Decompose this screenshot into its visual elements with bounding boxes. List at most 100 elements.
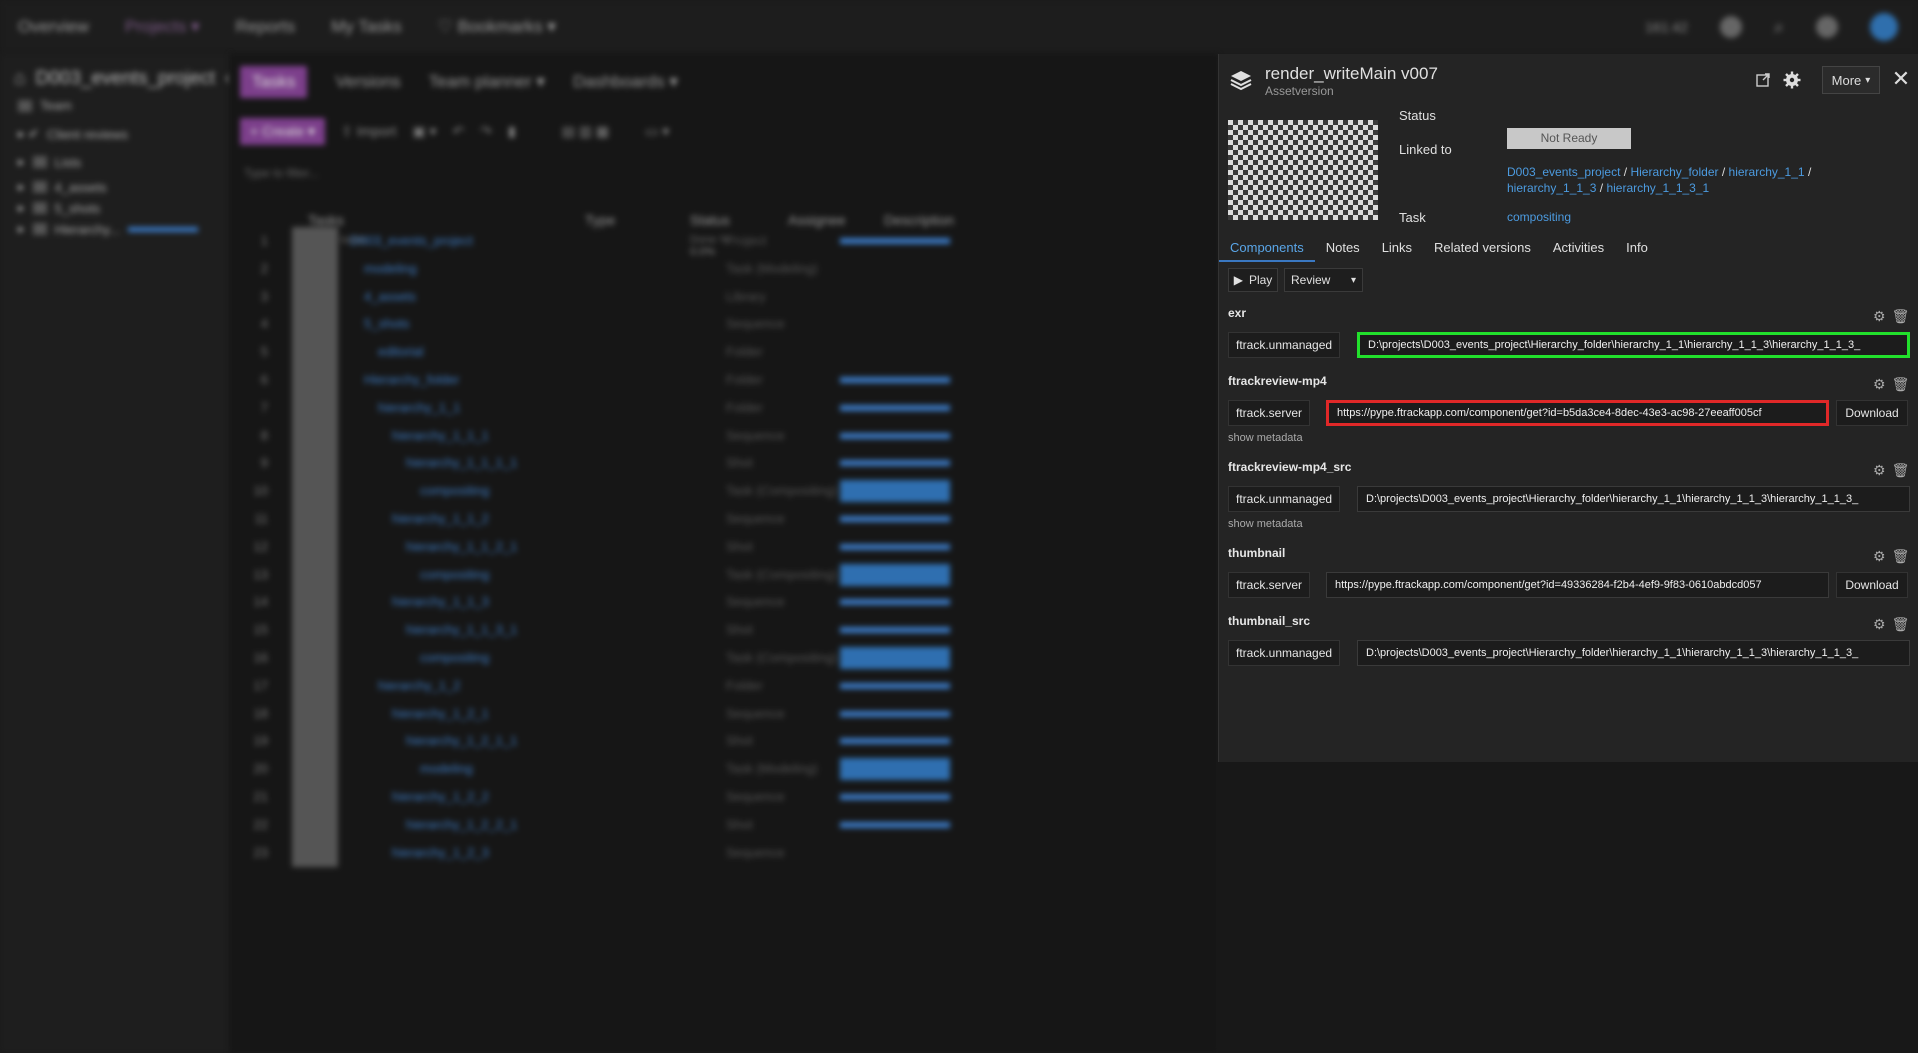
version-thumbnail[interactable] bbox=[1228, 120, 1378, 220]
sync-icon[interactable] bbox=[1719, 16, 1742, 38]
row-name[interactable]: hierarchy_1_2_3 bbox=[392, 845, 489, 860]
play-button[interactable]: ▶ Play bbox=[1228, 268, 1278, 292]
sidebar-item-assets[interactable]: ▸ 4_assets bbox=[18, 179, 107, 195]
row-number: 5 bbox=[260, 344, 268, 360]
tab-activities[interactable]: Activities bbox=[1542, 232, 1615, 262]
show-metadata-link[interactable]: show metadata bbox=[1228, 518, 1303, 530]
row-name[interactable]: Hierarchy_folder bbox=[364, 372, 459, 387]
gear-icon[interactable]: ⚙ bbox=[1873, 462, 1886, 479]
tab-links[interactable]: Links bbox=[1371, 232, 1423, 262]
row-name[interactable]: hierarchy_1_2_2 bbox=[392, 789, 489, 804]
avatar[interactable] bbox=[1870, 13, 1898, 41]
nav-bookmarks[interactable]: ♡ Bookmarks ▾ bbox=[438, 17, 556, 37]
more-menu-button[interactable]: More ▾ bbox=[1822, 66, 1880, 94]
breadcrumb-link[interactable]: D003_events_project bbox=[1507, 165, 1620, 179]
table-row[interactable]: 23 hierarchy_1_2_3 Sequence bbox=[240, 836, 1200, 870]
delete-icon[interactable]: ▮ bbox=[508, 123, 516, 140]
component-url-field[interactable]: https://pype.ftrackapp.com/component/get… bbox=[1326, 572, 1829, 598]
tab-notes[interactable]: Notes bbox=[1315, 232, 1371, 262]
breadcrumb-link[interactable]: hierarchy_1_1 bbox=[1729, 165, 1805, 179]
row-name[interactable]: hierarchy_1_1_2_1 bbox=[406, 539, 517, 554]
show-metadata-link[interactable]: show metadata bbox=[1228, 432, 1303, 444]
status-pill[interactable] bbox=[840, 758, 950, 781]
row-name[interactable]: hierarchy_1_1_3 bbox=[392, 594, 489, 609]
row-name[interactable]: hierarchy_1_1_1_1 bbox=[406, 455, 517, 470]
row-thumbnail bbox=[292, 588, 338, 617]
gear-icon[interactable]: ⚙ bbox=[1873, 616, 1886, 633]
import-button[interactable]: ⇪ Import bbox=[341, 123, 396, 140]
layout-icon[interactable]: ▭ ▾ bbox=[645, 123, 669, 140]
sidebar-item-team[interactable]: Team bbox=[18, 98, 72, 113]
status-badge[interactable]: Not Ready bbox=[1507, 128, 1631, 149]
nav-reports[interactable]: Reports bbox=[236, 17, 296, 37]
project-title[interactable]: ⌂ D003_events_project ‹ bbox=[14, 68, 231, 90]
row-name[interactable]: hierarchy_1_2_2_1 bbox=[406, 817, 517, 832]
status-pill[interactable] bbox=[840, 563, 950, 586]
tab-dashboards[interactable]: Dashboards ▾ bbox=[573, 72, 678, 92]
row-type: Shot bbox=[726, 622, 753, 638]
row-name[interactable]: hierarchy_1_1_1 bbox=[392, 428, 489, 443]
gear-icon[interactable]: ⚙ bbox=[1873, 376, 1886, 393]
sidebar-item-lists[interactable]: ▸ Lists bbox=[18, 154, 81, 170]
row-name[interactable]: editorial bbox=[378, 344, 424, 359]
tab-info[interactable]: Info bbox=[1615, 232, 1659, 262]
filter-input[interactable]: Type to filter... bbox=[244, 166, 319, 180]
timer-display[interactable]: 161:42 bbox=[1645, 19, 1688, 35]
tab-team-planner[interactable]: Team planner ▾ bbox=[429, 72, 545, 92]
component-path-field[interactable]: D:\projects\D003_events_project\Hierarch… bbox=[1357, 640, 1910, 666]
breadcrumb-link[interactable]: Hierarchy_folder bbox=[1630, 165, 1718, 179]
component-path-field[interactable]: D:\projects\D003_events_project\Hierarch… bbox=[1357, 332, 1910, 358]
gear-icon[interactable]: ⚙ bbox=[1873, 548, 1886, 565]
row-name[interactable]: hierarchy_1_1_3_1 bbox=[406, 622, 517, 637]
redo-icon[interactable]: ↷ bbox=[480, 123, 492, 140]
status-pill[interactable] bbox=[840, 480, 950, 503]
close-icon[interactable]: ✕ bbox=[1889, 68, 1913, 92]
nav-projects[interactable]: Projects ▾ bbox=[125, 17, 200, 37]
download-button[interactable]: Download bbox=[1836, 572, 1908, 598]
breadcrumb-link[interactable]: hierarchy_1_1_3 bbox=[1507, 181, 1596, 195]
sidebar-item-hierarchy[interactable]: ▸ Hierarchy... bbox=[18, 221, 199, 237]
sidebar-item-client-reviews[interactable]: ▸ ✔ Client reviews bbox=[18, 126, 128, 142]
row-name[interactable]: 5_shots bbox=[364, 316, 410, 331]
tab-tasks[interactable]: Tasks bbox=[240, 66, 308, 98]
tab-components[interactable]: Components bbox=[1219, 232, 1315, 262]
view-icon[interactable]: ▤ ▥ ▦ bbox=[562, 123, 609, 140]
row-name[interactable]: D003_events_project bbox=[350, 233, 473, 248]
trash-icon[interactable]: 🗑 bbox=[1892, 308, 1910, 325]
create-button[interactable]: + Create ▾ bbox=[240, 117, 326, 145]
component-path-field[interactable]: D:\projects\D003_events_project\Hierarch… bbox=[1357, 486, 1910, 512]
breadcrumb-link[interactable]: hierarchy_1_1_3_1 bbox=[1606, 181, 1709, 195]
row-name[interactable]: modeling bbox=[364, 261, 417, 276]
row-name[interactable]: hierarchy_1_2_1 bbox=[392, 706, 489, 721]
trash-icon[interactable]: 🗑 bbox=[1892, 616, 1910, 633]
gear-icon[interactable]: ⚙ bbox=[1873, 308, 1886, 325]
undo-icon[interactable]: ↶ bbox=[453, 123, 465, 140]
trash-icon[interactable]: 🗑 bbox=[1892, 462, 1910, 479]
nav-overview[interactable]: Overview bbox=[18, 17, 89, 37]
row-name[interactable]: hierarchy_1_2 bbox=[378, 678, 460, 693]
status-pill[interactable] bbox=[840, 647, 950, 669]
row-name[interactable]: compositing bbox=[420, 483, 489, 498]
save-icon[interactable]: ▣ ▾ bbox=[412, 123, 436, 140]
nav-my-tasks[interactable]: My Tasks bbox=[331, 17, 402, 37]
row-name[interactable]: compositing bbox=[420, 650, 489, 665]
tab-versions[interactable]: Versions bbox=[335, 72, 400, 92]
open-external-icon[interactable] bbox=[1752, 69, 1774, 91]
row-name[interactable]: modeling bbox=[420, 761, 473, 776]
row-name[interactable]: 4_assets bbox=[364, 289, 416, 304]
row-name[interactable]: hierarchy_1_1 bbox=[378, 400, 460, 415]
tab-related-versions[interactable]: Related versions bbox=[1423, 232, 1542, 262]
inbox-icon[interactable] bbox=[1816, 16, 1838, 38]
row-name[interactable]: compositing bbox=[420, 567, 489, 582]
review-dropdown[interactable]: Review ▾ bbox=[1284, 268, 1363, 292]
search-icon[interactable]: ⌕ bbox=[1774, 17, 1784, 38]
row-name[interactable]: hierarchy_1_2_1_1 bbox=[406, 733, 517, 748]
task-link[interactable]: compositing bbox=[1507, 210, 1571, 224]
row-name[interactable]: hierarchy_1_1_2 bbox=[392, 511, 489, 526]
sidebar-item-shots[interactable]: ▸ 5_shots bbox=[18, 200, 100, 216]
download-button[interactable]: Download bbox=[1836, 400, 1908, 426]
trash-icon[interactable]: 🗑 bbox=[1892, 548, 1910, 565]
settings-gear-icon[interactable] bbox=[1781, 69, 1803, 91]
component-url-field[interactable]: https://pype.ftrackapp.com/component/get… bbox=[1326, 400, 1829, 426]
trash-icon[interactable]: 🗑 bbox=[1892, 376, 1910, 393]
